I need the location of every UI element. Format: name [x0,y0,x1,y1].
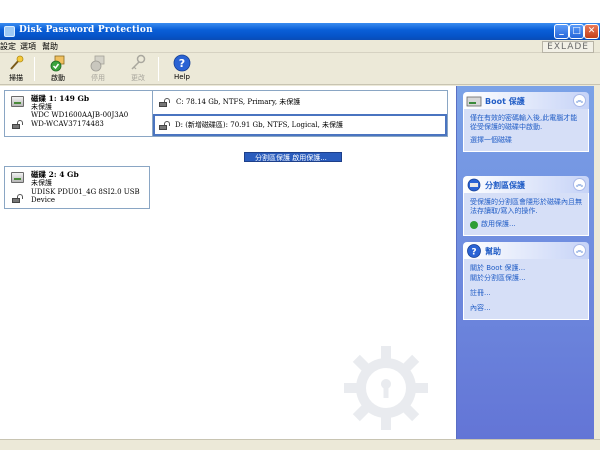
gear-watermark-icon [344,346,428,430]
disk-model: WDC WD1600AAJB-00J3A0 [31,111,129,119]
boot-protection-title: Boot 保護 [485,97,525,106]
wand-icon [10,55,24,70]
key-icon [131,54,146,70]
partition-row-selected[interactable]: D: (新增磁碟區): 70.91 Gb, NTFS, Logical, 未保護 [153,114,447,136]
minimize-button[interactable]: _ [554,24,569,39]
collapse-chevron-icon[interactable]: ︽ [573,94,586,107]
unlock-icon [12,120,24,129]
partition-protection-group: 分割區保護 ︽ 受保護的分割區會隱形於磁碟內且無法存讀取/寫入的操作. 啟用保護… [463,176,589,236]
change-label: 更改 [131,74,145,82]
boot-protection-body: 僅在有效的密碼輸入後,此電腦才能從受保護的磁碟中啟動. 選擇一個磁碟 [463,109,589,152]
scan-label: 掃描 [9,74,23,82]
help-icon: ? [467,244,481,258]
brand-logo: EXLADE [542,41,594,53]
menu-settings[interactable]: 設定 [0,41,16,52]
disk-status: 未保護 [31,179,52,187]
hard-disk-icon [11,172,24,183]
register-link[interactable]: 註冊... [470,289,582,298]
collapse-chevron-icon[interactable]: ︽ [573,244,586,257]
lock-disabled-icon [90,55,105,72]
unlock-icon [159,121,171,130]
hard-disk-icon [11,96,24,107]
unlock-icon [159,98,171,107]
partition-protection-body: 受保護的分割區會隱形於磁碟內且無法存讀取/寫入的操作. 啟用保護... [463,193,589,236]
boot-protection-header[interactable]: Boot 保護 ︽ [463,92,589,109]
deactivate-label: 停用 [91,74,105,82]
about-boot-protection-link[interactable]: 關於 Boot 保護... [470,264,582,273]
disk-serial: WD-WCAV37174483 [31,120,104,128]
window-title: Disk Password Protection [19,25,153,35]
collapse-chevron-icon[interactable]: ︽ [573,178,586,191]
toolbar-separator [158,57,159,81]
toolbar: 掃描 啟動 停用 更改 ? Help [0,53,600,85]
activate-button[interactable]: 啟動 [42,54,74,84]
menu-options[interactable]: 選項 [20,41,36,52]
lock-check-icon [50,55,65,72]
about-partition-protection-link[interactable]: 關於分割區保護... [470,274,582,283]
context-menu-activate-protection[interactable]: 分割區保護 啟用保護... [244,152,342,162]
help-title: 幫助 [485,247,501,256]
help-button[interactable]: ? Help [166,54,198,84]
window-edge [594,86,600,439]
boot-protection-group: Boot 保護 ︽ 僅在有效的密碼輸入後,此電腦才能從受保護的磁碟中啟動. 選擇… [463,92,589,152]
change-button[interactable]: 更改 [122,54,154,84]
menu-help[interactable]: 幫助 [42,41,58,52]
app-icon [4,26,15,37]
task-pane: Boot 保護 ︽ 僅在有效的密碼輸入後,此電腦才能從受保護的磁碟中啟動. 選擇… [456,86,594,439]
partition-protection-description: 受保護的分割區會隱形於磁碟內且無法存讀取/寫入的操作. [470,198,582,215]
disk-card[interactable]: 磁碟 1: 149 Gb 未保護 WDC WD1600AAJB-00J3A0 W… [4,90,448,137]
status-bar [0,439,600,450]
partition-row[interactable]: C: 78.14 Gb, NTFS, Primary, 未保護 [154,91,449,113]
boot-protection-description: 僅在有效的密碼輸入後,此電腦才能從受保護的磁碟中啟動. [470,114,578,131]
partition-protection-header[interactable]: 分割區保護 ︽ [463,176,589,193]
help-body: 關於 Boot 保護... 關於分割區保護... 註冊... 內容... [463,259,589,320]
disk-icon [466,96,482,107]
partition-label: C: 78.14 Gb, NTFS, Primary, 未保護 [176,98,301,106]
partition-protection-title: 分割區保護 [485,181,525,190]
disk-model: UDISK PDU01_4G 8SI2.0 USB Device [31,188,140,204]
menu-bar: 設定 選項 幫助 EXLADE [0,40,600,53]
partition-icon [467,178,481,192]
partition-label: D: (新增磁碟區): 70.91 Gb, NTFS, Logical, 未保護 [175,121,344,129]
help-header[interactable]: ? 幫助 ︽ [463,242,589,259]
help-group: ? 幫助 ︽ 關於 Boot 保護... 關於分割區保護... 註冊... 內容… [463,242,589,320]
scan-button[interactable]: 掃描 [0,54,32,84]
maximize-button[interactable]: □ [569,24,584,39]
select-disk-link[interactable]: 選擇一個磁碟 [470,136,582,145]
svg-text:?: ? [179,57,185,70]
help-icon: ? [173,54,191,72]
toolbar-separator [34,57,35,81]
check-icon [470,220,478,229]
unlock-icon [12,194,24,203]
contents-link[interactable]: 內容... [470,304,582,313]
svg-text:?: ? [471,248,476,258]
help-label: Help [174,73,190,81]
close-button[interactable]: ✕ [584,24,599,39]
disk-card[interactable]: 磁碟 2: 4 Gb 未保護 UDISK PDU01_4G 8SI2.0 USB… [4,166,150,209]
activate-label: 啟動 [51,74,65,82]
title-bar[interactable]: Disk Password Protection _ □ ✕ [0,23,600,40]
app-window: Disk Password Protection _ □ ✕ 設定 選項 幫助 … [0,23,600,450]
enable-protection-link[interactable]: 啟用保護... [470,220,582,229]
disk-info: 磁碟 1: 149 Gb 未保護 WDC WD1600AAJB-00J3A0 W… [5,91,153,136]
disk-list: 磁碟 1: 149 Gb 未保護 WDC WD1600AAJB-00J3A0 W… [0,86,456,439]
deactivate-button[interactable]: 停用 [82,54,114,84]
